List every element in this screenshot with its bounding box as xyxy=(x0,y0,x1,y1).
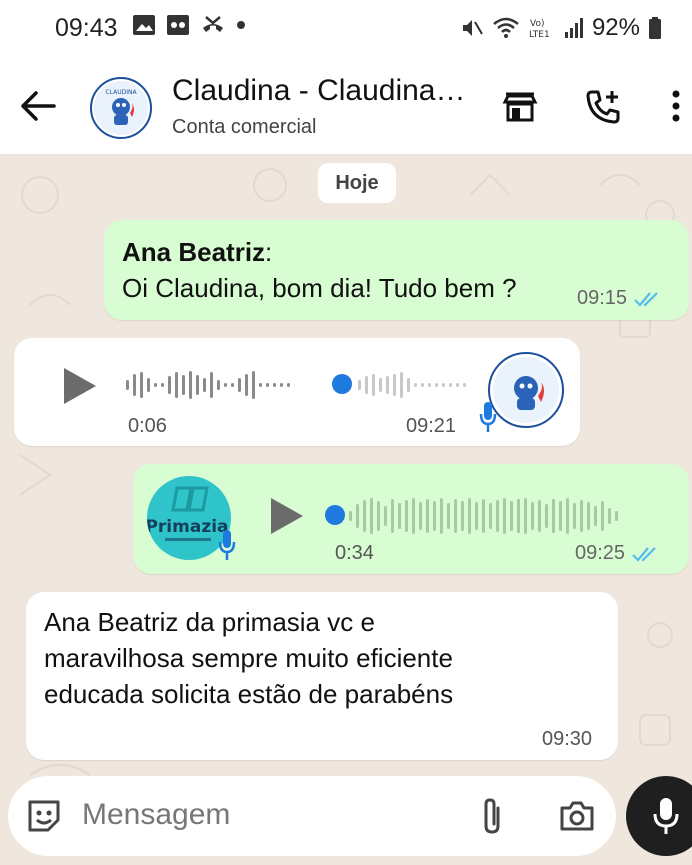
message-text-line-3: educada solicita estão de parabéns xyxy=(44,679,454,709)
date-chip: Hoje xyxy=(318,163,396,203)
message-time: 09:15 xyxy=(577,287,628,309)
incoming-audio-message: 0:06 09:21 xyxy=(14,338,580,446)
message-sender: Ana Beatriz xyxy=(122,237,266,267)
message-time: 09:25 xyxy=(575,542,626,564)
double-check-icon xyxy=(632,546,656,562)
outgoing-text-message[interactable]: Ana Beatriz: Oi Claudina, bom dia! Tudo … xyxy=(104,220,689,320)
play-button[interactable] xyxy=(271,498,303,534)
message-time: 09:30 xyxy=(542,728,593,750)
battery-percent: 92% xyxy=(591,14,640,41)
svg-text:CLAUDINA: CLAUDINA xyxy=(105,89,137,96)
voicemail-icon xyxy=(167,15,189,35)
contact-subtitle: Conta comercial xyxy=(172,116,317,138)
audio-waveform-remaining[interactable] xyxy=(358,370,466,400)
composer: Mensagem xyxy=(0,770,692,865)
incoming-text-message[interactable]: Ana Beatriz da primasia vc e maravilhosa… xyxy=(26,592,618,760)
message-sender-colon: : xyxy=(265,237,273,267)
voice-record-button[interactable] xyxy=(626,776,692,856)
audio-waveform[interactable] xyxy=(349,498,618,534)
chat-header: CLAUDINA Claudina - Claudina… Conta come… xyxy=(0,58,692,155)
outgoing-audio-message: Primazia 0:34 09:25 xyxy=(133,464,689,574)
mic-icon xyxy=(653,798,679,834)
camera-icon[interactable] xyxy=(558,798,596,834)
play-button[interactable] xyxy=(64,368,96,404)
attach-icon[interactable] xyxy=(478,796,508,836)
message-input[interactable]: Mensagem xyxy=(82,798,230,832)
claudina-logo: CLAUDINA xyxy=(94,81,148,135)
sender-avatar[interactable] xyxy=(488,352,564,428)
audio-duration: 0:34 xyxy=(335,542,374,564)
status-notification-icons xyxy=(132,14,246,36)
contact-avatar[interactable]: CLAUDINA xyxy=(90,77,152,139)
audio-waveform[interactable] xyxy=(126,370,290,400)
message-input-bar[interactable]: Mensagem xyxy=(8,776,616,856)
dot-icon xyxy=(237,21,245,29)
mic-small-icon xyxy=(218,530,236,560)
chat-area[interactable]: Hoje Ana Beatriz: Oi Claudina, bom dia! … xyxy=(0,155,692,865)
audio-progress-dot[interactable] xyxy=(325,505,345,525)
emoji-icon[interactable] xyxy=(24,796,64,836)
message-meta: 09:25 xyxy=(575,542,659,565)
message-text-line-1: Ana Beatriz da primasia vc e xyxy=(44,607,375,637)
add-call-icon[interactable] xyxy=(584,88,622,126)
status-time: 09:43 xyxy=(55,14,118,42)
store-icon[interactable] xyxy=(502,88,538,124)
svg-text:LTE1: LTE1 xyxy=(529,30,550,40)
battery-icon xyxy=(649,17,661,39)
claudina-logo xyxy=(493,357,559,423)
signal-icon xyxy=(564,18,583,38)
mic-small-icon xyxy=(479,402,497,432)
contact-name[interactable]: Claudina - Claudina… xyxy=(172,74,466,108)
message-sender-line: Ana Beatriz: xyxy=(122,234,272,270)
double-check-icon xyxy=(634,291,658,307)
message-meta: 09:15 xyxy=(577,287,661,310)
svg-text:Vo): Vo) xyxy=(530,19,544,29)
message-text-line-2: maravilhosa sempre muito eficiente xyxy=(44,643,453,673)
audio-progress-dot[interactable] xyxy=(332,374,352,394)
status-bar: 09:43 Vo) LTE1 92% xyxy=(0,0,692,58)
wifi-icon xyxy=(493,17,519,38)
missed-call-icon xyxy=(203,16,223,32)
back-arrow-icon[interactable] xyxy=(20,88,58,124)
message-text: Oi Claudina, bom dia! Tudo bem ? xyxy=(122,273,517,303)
audio-duration: 0:06 xyxy=(128,415,167,437)
message-time: 09:21 xyxy=(406,415,457,437)
volte-icon: Vo)LTE1 xyxy=(529,19,550,40)
mute-icon xyxy=(462,20,483,36)
image-icon xyxy=(133,15,155,35)
status-system-icons: Vo) LTE1 92% xyxy=(460,14,662,42)
more-vert-icon[interactable] xyxy=(670,88,682,124)
